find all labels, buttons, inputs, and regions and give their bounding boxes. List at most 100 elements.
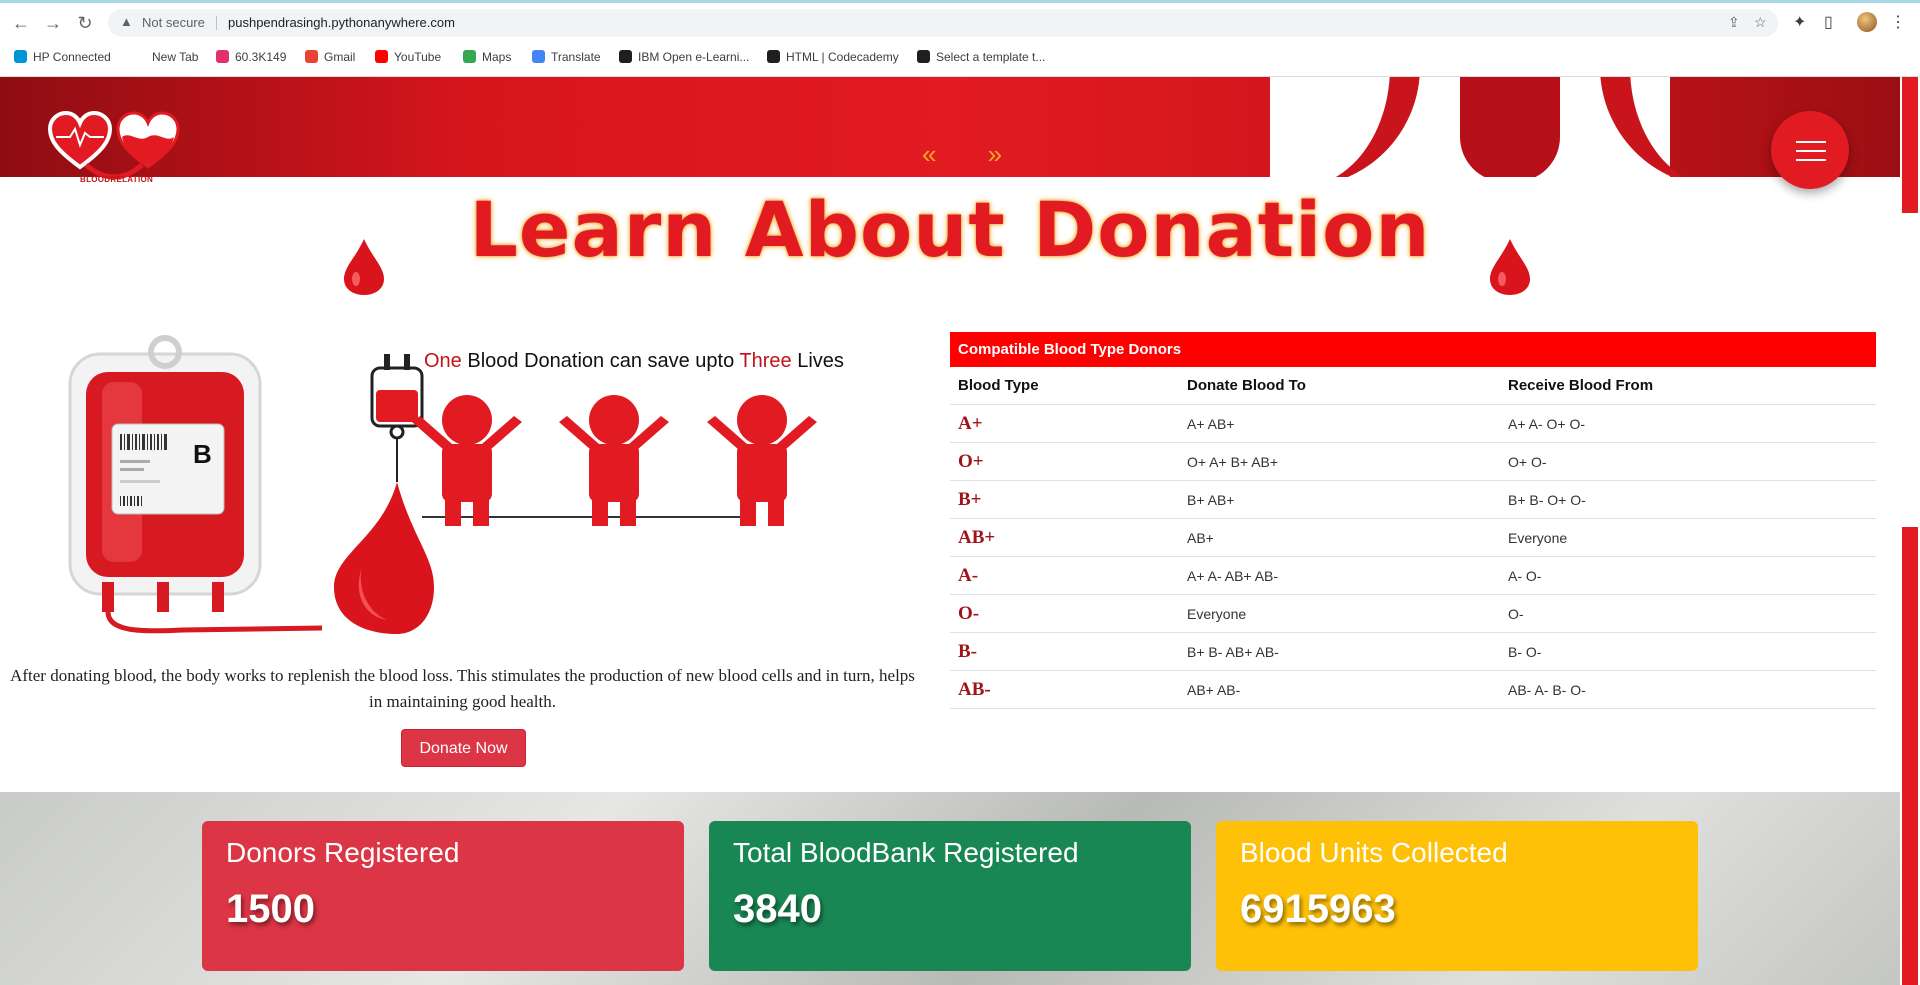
forward-icon[interactable]: → [42, 12, 64, 34]
tab-strip-edge [0, 0, 1920, 3]
stat-title: Total BloodBank Registered [733, 837, 1079, 868]
donate-now-button[interactable]: Donate Now [401, 729, 526, 767]
blood-donation-illustration [68, 335, 817, 634]
table-row: A+ A+ AB+ A+ A- O+ O- [950, 405, 1876, 443]
receive-from-cell: AB- A- B- O- [1508, 682, 1586, 698]
receive-from-cell: Everyone [1508, 530, 1568, 546]
security-label: Not secure [142, 15, 205, 30]
page-scrollbar[interactable] [1900, 77, 1920, 985]
address-divider [216, 16, 217, 30]
blood-type-cell: B- [958, 641, 977, 662]
column-header: Receive Blood From [1508, 377, 1654, 394]
stat-value: 1500 [226, 887, 315, 931]
receive-from-cell: O- [1508, 606, 1524, 622]
gmail-icon [305, 50, 318, 63]
banner-decoration [1460, 77, 1560, 177]
table-row: B- B+ B- AB+ AB- B- O- [950, 633, 1876, 671]
youtube-icon [375, 50, 388, 63]
receive-from-cell: A- O- [1508, 568, 1542, 584]
receive-from-cell: B- O- [1508, 644, 1542, 660]
blood-type-cell: O+ [958, 451, 984, 472]
blood-type-cell: AB- [958, 679, 991, 700]
back-icon[interactable]: ← [10, 12, 32, 34]
table-row: AB- AB+ AB- AB- A- B- O- [950, 671, 1876, 709]
table-row: O+ O+ A+ B+ AB+ O+ O- [950, 443, 1876, 481]
more-menu-icon[interactable]: ⋮ [1890, 12, 1906, 32]
statistics-section: Donors Registered 1500 Total BloodBank R… [0, 792, 1900, 985]
donors-registered-card: Donors Registered 1500 [202, 821, 684, 971]
extensions-icon[interactable]: ✦ [1793, 12, 1806, 32]
blood-type-cell: O- [958, 603, 980, 624]
bookmark-item[interactable]: Translate [532, 47, 601, 67]
bookmark-item[interactable]: YouTube [375, 47, 441, 67]
bookmark-item[interactable]: New Tab [133, 47, 198, 67]
blood-compatibility-table: Compatible Blood Type Donors Blood Type … [950, 332, 1876, 709]
stat-value: 6915963 [1240, 887, 1396, 931]
blood-type-cell: A- [958, 565, 979, 586]
page-content: BLOODRELATION « » Learn About Donation B… [0, 77, 1900, 985]
stat-value: 3840 [733, 887, 822, 931]
menu-line [1796, 141, 1826, 143]
codecademy-icon [767, 50, 780, 63]
table-row: B+ B+ AB+ B+ B- O+ O- [950, 481, 1876, 519]
bag-blood-type-label: B [193, 439, 212, 469]
side-panel-icon[interactable]: ▯ [1824, 12, 1833, 32]
table-row: O- Everyone O- [950, 595, 1876, 633]
blood-units-card: Blood Units Collected 6915963 [1216, 821, 1698, 971]
column-header: Blood Type [958, 377, 1039, 394]
donation-description: After donating blood, the body works to … [10, 666, 915, 711]
bookmark-item[interactable]: Gmail [305, 47, 355, 67]
hamburger-menu-button[interactable] [1771, 111, 1849, 189]
donate-to-cell: AB+ AB- [1187, 682, 1241, 698]
logo-text: BLOODRELATION [80, 175, 154, 184]
bookmark-item[interactable]: HP Connected [14, 47, 111, 67]
scrollbar-track [1902, 527, 1918, 985]
bookmark-item[interactable]: HTML | Codecademy [767, 47, 899, 67]
bookmark-star-icon[interactable]: ☆ [1754, 14, 1767, 31]
donate-to-cell: A+ A- AB+ AB- [1187, 568, 1279, 584]
browser-chrome: ← → ↻ ▲ Not secure pushpendrasingh.pytho… [0, 0, 1920, 77]
bookmarks-bar: HP Connected New Tab 60.3K149 Gmail YouT… [0, 47, 1920, 67]
donation-caption: One Blood Donation can save upto Three L… [424, 350, 844, 372]
table-row: AB+ AB+ Everyone [950, 519, 1876, 557]
donate-to-cell: Everyone [1187, 606, 1247, 622]
receive-from-cell: B+ B- O+ O- [1508, 492, 1586, 508]
bookmark-item[interactable]: Maps [463, 47, 511, 67]
donate-to-cell: B+ AB+ [1187, 492, 1235, 508]
receive-from-cell: O+ O- [1508, 454, 1547, 470]
blood-type-cell: B+ [958, 489, 982, 510]
maps-icon [463, 50, 476, 63]
bookmark-item[interactable]: 60.3K149 [216, 47, 286, 67]
instagram-icon [216, 50, 229, 63]
share-icon[interactable]: ⇪ [1728, 14, 1740, 31]
hp-icon [14, 50, 27, 63]
table-header-row: Blood Type Donate Blood To Receive Blood… [950, 367, 1876, 405]
bloodbank-registered-card: Total BloodBank Registered 3840 [709, 821, 1191, 971]
stat-title: Blood Units Collected [1240, 837, 1508, 868]
ibm-icon [619, 50, 632, 63]
blood-type-cell: A+ [958, 413, 983, 434]
bookmark-item[interactable]: Select a template t... [917, 47, 1045, 67]
translate-icon [532, 50, 545, 63]
profile-avatar[interactable] [1857, 12, 1877, 32]
page-title: Learn About Donation [469, 185, 1431, 274]
url-text[interactable]: pushpendrasingh.pythonanywhere.com [228, 15, 455, 30]
receive-from-cell: A+ A- O+ O- [1508, 416, 1586, 432]
donate-to-cell: A+ AB+ [1187, 416, 1235, 432]
column-header: Donate Blood To [1187, 377, 1306, 394]
reload-icon[interactable]: ↻ [74, 12, 96, 34]
scrollbar-track [1902, 77, 1918, 213]
donate-to-cell: O+ A+ B+ AB+ [1187, 454, 1279, 470]
stat-title: Donors Registered [226, 837, 460, 868]
donate-to-cell: B+ B- AB+ AB- [1187, 644, 1279, 660]
table-row: A- A+ A- AB+ AB- A- O- [950, 557, 1876, 595]
menu-line [1796, 150, 1826, 152]
menu-line [1796, 159, 1826, 161]
carousel-arrows[interactable]: « » [922, 139, 1024, 170]
newtab-icon [133, 50, 146, 63]
bookmark-item[interactable]: IBM Open e-Learni... [619, 47, 749, 67]
address-bar[interactable]: ▲ Not secure pushpendrasingh.pythonanywh… [108, 9, 1778, 37]
table-title: Compatible Blood Type Donors [950, 332, 1876, 367]
donate-to-cell: AB+ [1187, 530, 1214, 546]
codecademy-icon [917, 50, 930, 63]
